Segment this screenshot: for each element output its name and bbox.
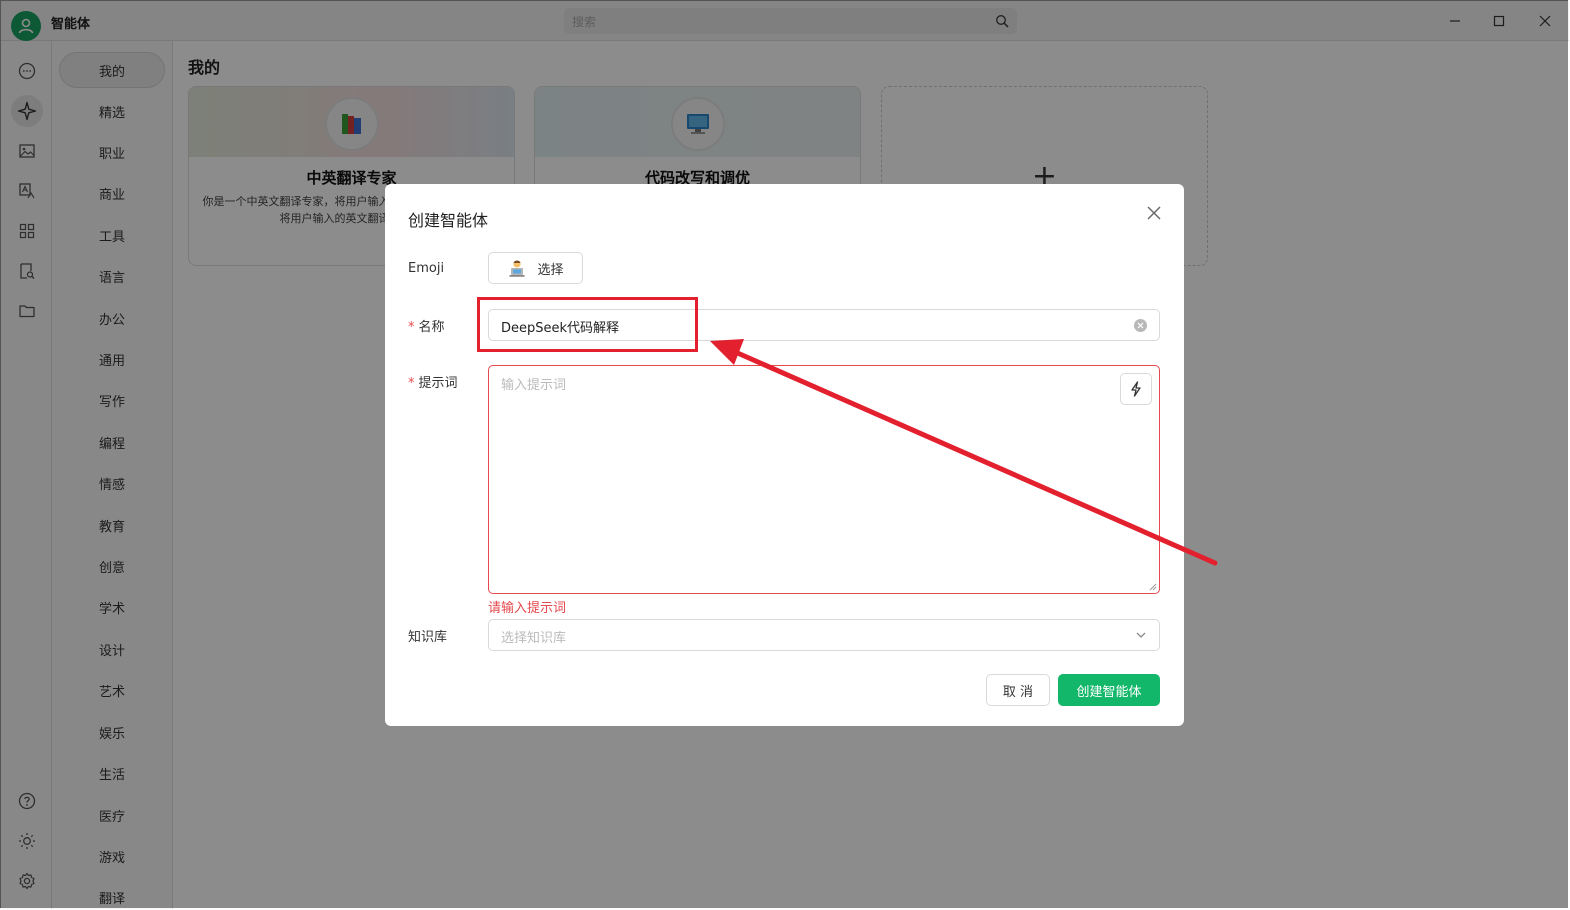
technologist-emoji-icon bbox=[509, 260, 525, 277]
required-mark: * bbox=[408, 320, 415, 335]
generate-prompt-button[interactable] bbox=[1120, 373, 1152, 405]
resize-handle-icon[interactable] bbox=[1148, 582, 1157, 591]
cancel-button[interactable]: 取 消 bbox=[986, 674, 1050, 706]
emoji-label: Emoji bbox=[408, 261, 445, 276]
knowledge-base-placeholder: 选择知识库 bbox=[501, 631, 567, 646]
close-icon bbox=[1147, 206, 1161, 220]
dialog-title: 创建智能体 bbox=[408, 211, 489, 230]
prompt-error-message: 请输入提示词 bbox=[488, 601, 567, 616]
create-agent-button[interactable]: 创建智能体 bbox=[1058, 674, 1160, 706]
prompt-label: * 提示词 bbox=[408, 372, 458, 391]
prompt-placeholder: 输入提示词 bbox=[501, 378, 567, 393]
chevron-down-icon bbox=[1136, 632, 1146, 638]
emoji-select-button[interactable]: 选择 bbox=[488, 252, 583, 284]
annotation-highlight-box bbox=[477, 297, 698, 352]
clear-input-icon[interactable] bbox=[1134, 319, 1147, 332]
lightning-icon bbox=[1131, 381, 1141, 397]
prompt-textarea[interactable]: 输入提示词 bbox=[488, 365, 1160, 594]
knowledge-base-label: 知识库 bbox=[408, 630, 448, 645]
create-agent-dialog: 创建智能体 Emoji 选择 * 名称 DeepSeek代码解释 * 提示词 输入提… bbox=[385, 184, 1184, 726]
knowledge-base-select[interactable]: 选择知识库 bbox=[488, 619, 1160, 651]
dialog-close-button[interactable] bbox=[1144, 203, 1164, 223]
name-label-text: 名称 bbox=[418, 320, 445, 335]
required-mark: * bbox=[408, 376, 415, 391]
prompt-label-text: 提示词 bbox=[418, 376, 458, 391]
emoji-select-label: 选择 bbox=[537, 262, 564, 278]
name-label: * 名称 bbox=[408, 316, 445, 335]
